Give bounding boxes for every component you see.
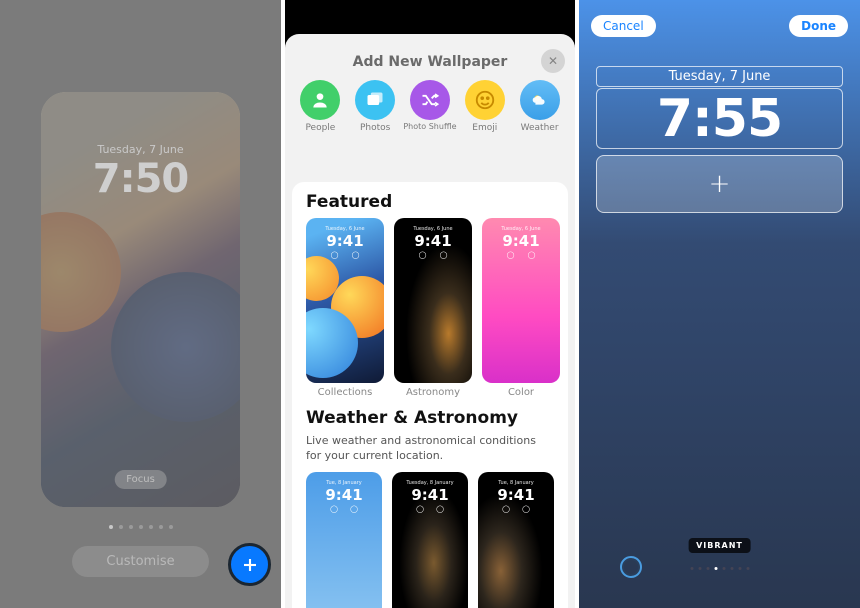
featured-label: Astronomy [394,387,472,398]
page-dots [109,525,173,529]
category-emoji[interactable]: Emoji [459,80,511,133]
wallpaper-sheet: Featured Tuesday, 6 June 9:41 ◯◯ Collect… [292,182,568,608]
category-shuffle[interactable]: Photo Shuffle [404,80,456,133]
weather-row: Tue, 8 January 9:41 ◯◯ Tuesday, 8 Januar… [306,472,554,608]
add-widget-button[interactable]: + [596,155,843,213]
emoji-icon [465,80,505,120]
focus-pill[interactable]: Focus [114,470,167,489]
astronomy-tile[interactable]: Tue, 8 January 9:41 ◯◯ [478,472,554,608]
category-weather[interactable]: Weather [514,80,566,133]
cancel-button[interactable]: Cancel [591,15,656,37]
sheet-title: Add New Wallpaper [285,54,575,70]
weather-subtitle: Live weather and astronomical conditions… [306,434,554,464]
plus-icon: + [709,169,731,199]
time-widget[interactable]: 7:55 [596,88,843,149]
photos-icon [355,80,395,120]
style-label: VIBRANT [688,538,751,553]
category-people[interactable]: People [294,80,346,133]
weather-heading: Weather & Astronomy [306,408,554,428]
shuffle-icon [410,80,450,120]
weather-tile[interactable]: Tue, 8 January 9:41 ◯◯ [306,472,382,608]
close-icon: ✕ [548,54,558,68]
lock-screen-date: Tuesday, 7 June [0,143,281,156]
focus-label: Focus [126,474,155,485]
add-wallpaper-panel: Add New Wallpaper ✕ People Photos [285,0,575,608]
customise-button[interactable]: Customise [72,546,209,577]
featured-heading: Featured [306,192,554,212]
featured-tile-collections[interactable]: Tuesday, 6 June 9:41 ◯◯ [306,218,384,383]
done-button[interactable]: Done [789,15,848,37]
lock-screen-gallery-panel: Tuesday, 7 June 7:50 Focus Customise [0,0,281,608]
lock-screen-time: 7:50 [0,156,281,202]
plus-icon [241,556,259,574]
astronomy-tile[interactable]: Tuesday, 8 January 9:41 ◯◯ [392,472,468,608]
weather-icon [520,80,560,120]
featured-row: Tuesday, 6 June 9:41 ◯◯ Collections Tues… [306,218,554,398]
style-page-dots [690,567,749,570]
featured-tile-color[interactable]: Tuesday, 6 June 9:41 ◯◯ [482,218,560,383]
person-icon [300,80,340,120]
featured-label: Collections [306,387,384,398]
close-button[interactable]: ✕ [541,49,565,73]
lock-screen-edit-panel: Cancel Done Tuesday, 7 June 7:55 + VIBRA… [579,0,860,608]
category-row: People Photos Photo Shuffle Emoji [285,80,575,133]
featured-label: Color [482,387,560,398]
category-photos[interactable]: Photos [349,80,401,133]
date-widget[interactable]: Tuesday, 7 June [596,66,843,87]
color-picker-swatch[interactable] [620,556,642,578]
featured-tile-astronomy[interactable]: Tuesday, 6 June 9:41 ◯◯ [394,218,472,383]
add-wallpaper-button[interactable] [228,543,271,586]
